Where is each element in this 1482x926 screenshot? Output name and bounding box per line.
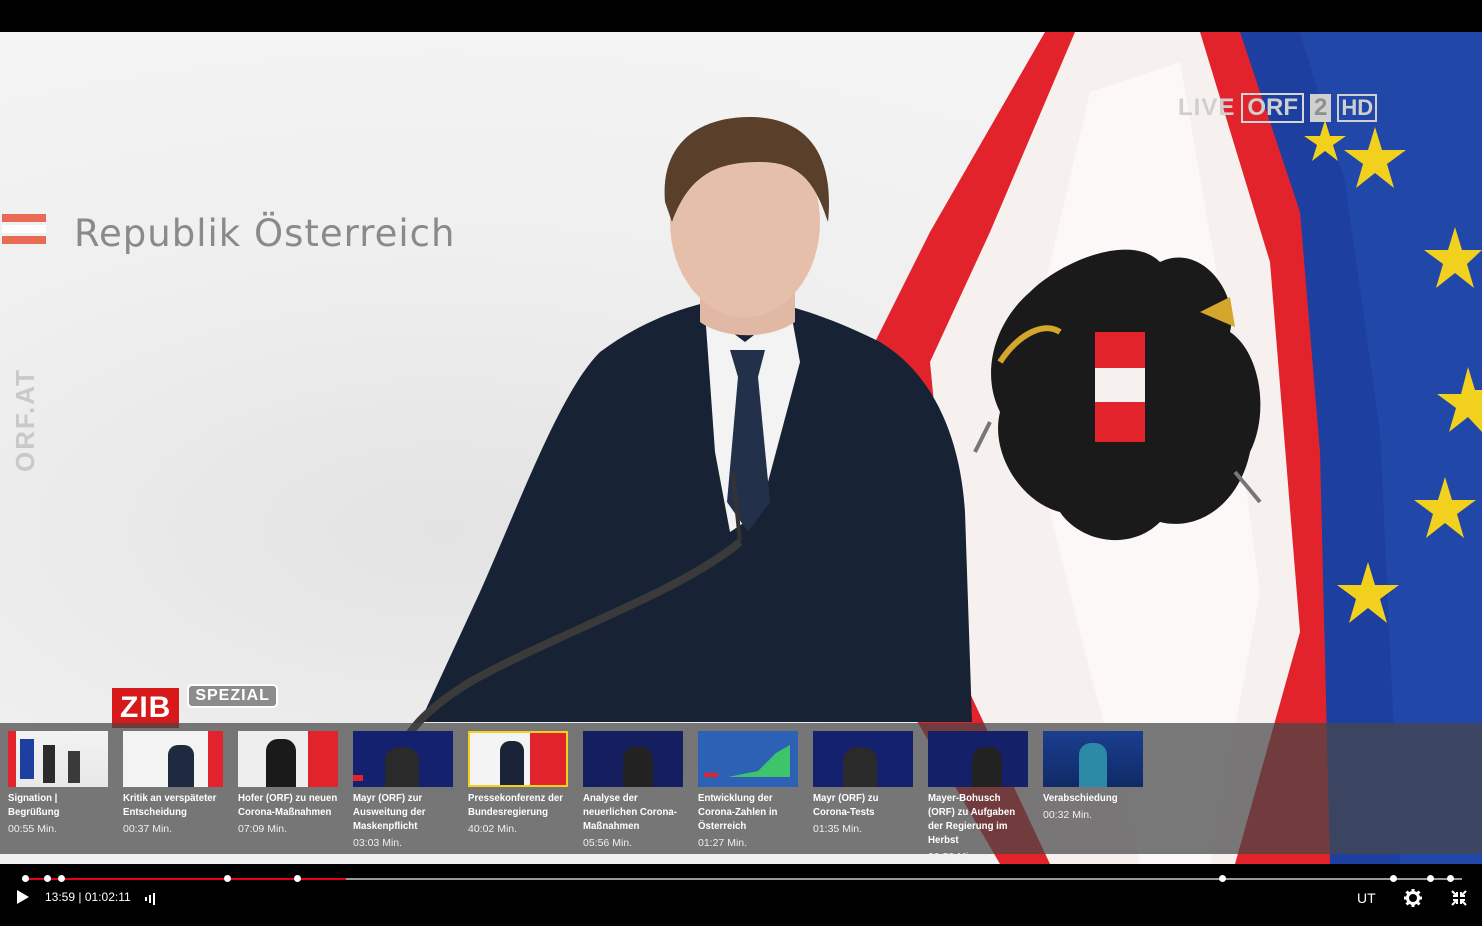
chapter-thumbnail[interactable] (1043, 731, 1143, 787)
chapter-title: Analyse der neuerlichen Corona-Maßnahmen (583, 792, 677, 832)
chapter-thumbnail[interactable] (8, 731, 108, 787)
chapter-thumbnail[interactable] (238, 731, 338, 787)
chapter-marker[interactable] (1390, 875, 1397, 882)
hd-label: HD (1337, 94, 1378, 122)
chapter-marker[interactable] (22, 875, 29, 882)
chapter-item[interactable]: Analyse der neuerlichen Corona-Maßnahmen… (583, 731, 685, 851)
chapter-thumbnail[interactable] (698, 731, 798, 787)
chapter-marker[interactable] (1219, 875, 1226, 882)
chapter-item[interactable]: Mayr (ORF) zu Corona-Tests 01:35 Min. (813, 731, 915, 851)
chapter-duration: 05:56 Min. (583, 837, 633, 849)
time-total: 01:02:11 (84, 890, 131, 904)
chapter-item[interactable]: Hofer (ORF) zu neuen Corona-Maßnahmen 07… (238, 731, 340, 851)
chapter-marker[interactable] (224, 875, 231, 882)
chapter-duration: 01:35 Min. (813, 823, 863, 835)
chapter-item[interactable]: Pressekonferenz der Bundesregierung 40:0… (468, 731, 570, 851)
chapter-item[interactable]: Signation | Begrüßung 00:55 Min. (8, 731, 110, 851)
chapter-marker[interactable] (44, 875, 51, 882)
play-icon[interactable] (16, 889, 30, 905)
chapter-duration: 00:32 Min. (1043, 809, 1093, 821)
chapter-marker[interactable] (1427, 875, 1434, 882)
chapter-marker[interactable] (58, 875, 65, 882)
player-controls: 13:59 | 01:02:11 UT (0, 864, 1482, 926)
zib-logo: ZIB (112, 688, 180, 728)
chapter-duration: 40:02 Min. (468, 823, 518, 835)
chapter-thumbnail[interactable] (123, 731, 223, 787)
chapter-thumbnail[interactable] (353, 731, 453, 787)
chapter-duration: 00:37 Min. (123, 823, 173, 835)
chapter-strip: Signation | Begrüßung 00:55 Min. Kritik … (0, 723, 1482, 863)
gear-icon[interactable] (1404, 889, 1422, 907)
chapter-marker[interactable] (294, 875, 301, 882)
chapter-item[interactable]: Verabschiedung 00:32 Min. (1043, 731, 1145, 851)
chapter-duration: 03:03 Min. (353, 837, 403, 849)
time-display: 13:59 | 01:02:11 (45, 890, 131, 904)
seek-bar[interactable] (22, 875, 1462, 882)
chapter-thumbnail[interactable] (813, 731, 913, 787)
exit-fullscreen-icon[interactable] (1451, 890, 1467, 906)
volume-icon[interactable] (144, 891, 158, 905)
chapter-duration: 01:27 Min. (698, 837, 748, 849)
subtitles-button[interactable]: UT (1357, 890, 1376, 906)
time-current: 13:59 (45, 890, 76, 904)
chapter-thumbnail[interactable] (583, 731, 683, 787)
chapter-title: Pressekonferenz der Bundesregierung (468, 792, 564, 818)
chapter-item[interactable]: Mayer-Bohusch (ORF) zu Aufgaben der Regi… (928, 731, 1030, 863)
chapter-title: Signation | Begrüßung (8, 792, 60, 818)
chapter-title: Mayr (ORF) zur Ausweitung der Maskenpfli… (353, 792, 426, 832)
channel-number: 2 (1310, 94, 1332, 122)
chapter-thumbnail[interactable] (928, 731, 1028, 787)
chapter-title: Mayer-Bohusch (ORF) zu Aufgaben der Regi… (928, 792, 1016, 846)
live-label: LIVE (1178, 94, 1236, 121)
show-logo: ZIB SPEZIAL (112, 684, 278, 728)
live-channel-bug: LIVE ORF 2 HD (1178, 92, 1378, 124)
chapter-title: Hofer (ORF) zu neuen Corona-Maßnahmen (238, 792, 338, 818)
chapter-marker[interactable] (1447, 875, 1454, 882)
top-black-bar (0, 0, 1482, 32)
channel-label: ORF (1241, 93, 1305, 123)
chapter-item[interactable]: Kritik an verspäteter Entscheidung 00:37… (123, 731, 225, 851)
chapter-title: Entwicklung der Corona-Zahlen in Österre… (698, 792, 778, 832)
chapter-item[interactable]: Entwicklung der Corona-Zahlen in Österre… (698, 731, 800, 851)
chapter-title: Kritik an verspäteter Entscheidung (123, 792, 217, 818)
spezial-badge: SPEZIAL (187, 684, 278, 708)
chapter-duration: 07:09 Min. (238, 823, 288, 835)
chapter-title: Mayr (ORF) zu Corona-Tests (813, 792, 879, 818)
chapter-duration: 00:55 Min. (8, 823, 58, 835)
chapter-thumbnail[interactable] (468, 731, 568, 787)
chapter-item[interactable]: Mayr (ORF) zur Ausweitung der Maskenpfli… (353, 731, 455, 851)
chapter-title: Verabschiedung (1043, 792, 1118, 804)
chapter-duration: 00:50 Min. (928, 851, 978, 863)
time-separator: | (78, 890, 82, 904)
